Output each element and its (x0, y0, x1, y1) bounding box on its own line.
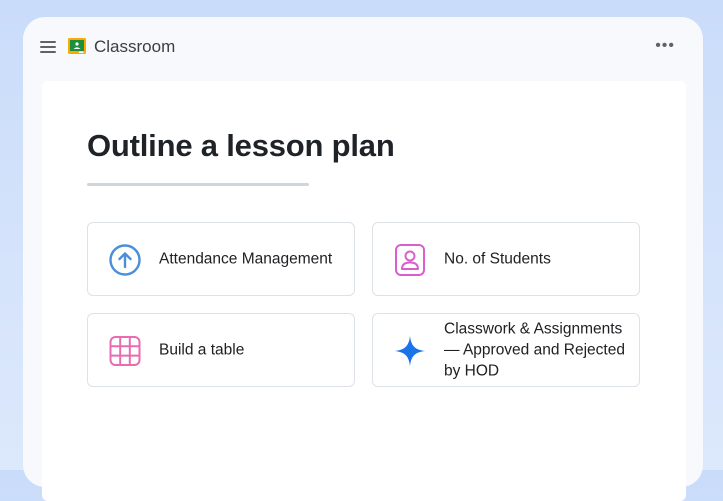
sparkle-icon (395, 336, 425, 366)
main-panel: Outline a lesson plan Attendance Managem… (42, 81, 686, 501)
table-icon (109, 336, 141, 366)
app-window: Classroom ••• Outline a lesson plan Atte… (23, 17, 703, 501)
more-options-icon[interactable]: ••• (655, 37, 675, 55)
person-icon (395, 244, 425, 276)
card-label: No. of Students (444, 250, 551, 268)
card-classwork-assignments[interactable]: Classwork & Assignments — Approved and R… (372, 313, 640, 387)
classroom-logo-icon (68, 38, 86, 54)
card-no-of-students[interactable]: No. of Students (372, 222, 640, 296)
app-title: Classroom (94, 37, 176, 56)
card-label: Build a table (159, 341, 245, 359)
arrow-up-circle-icon (109, 244, 141, 276)
title-underline (87, 183, 309, 186)
card-label: Classwork & Assignments — Approved and R… (444, 320, 625, 380)
card-attendance-management[interactable]: Attendance Management (87, 222, 355, 296)
card-build-a-table[interactable]: Build a table (87, 313, 355, 387)
menu-icon[interactable] (40, 40, 56, 54)
card-label: Attendance Management (159, 250, 333, 268)
page-title: Outline a lesson plan (87, 128, 395, 163)
top-bar: Classroom ••• (23, 17, 703, 79)
